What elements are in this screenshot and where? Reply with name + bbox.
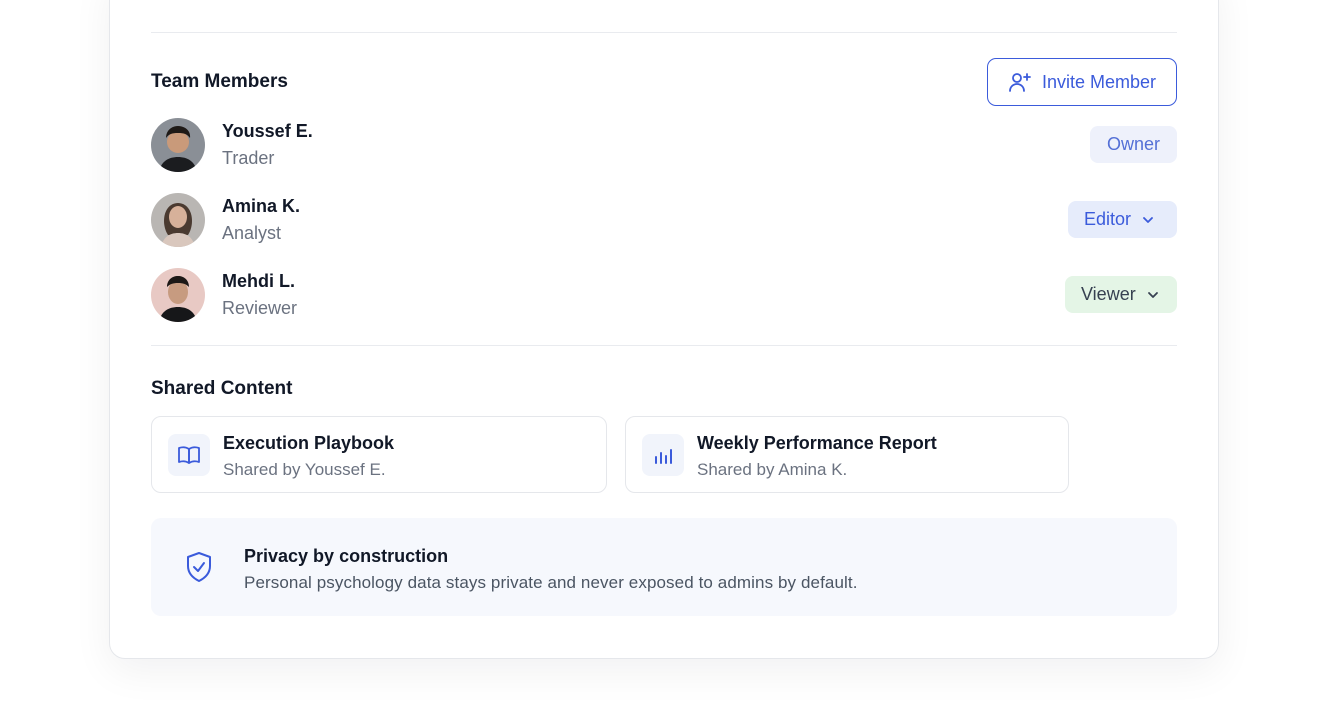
- avatar: [151, 268, 205, 322]
- invite-member-label: Invite Member: [1041, 71, 1157, 92]
- shared-item-subtitle: Shared by Youssef E.: [223, 460, 386, 479]
- member-name: Amina K.: [222, 196, 301, 216]
- member-role: Trader: [222, 148, 275, 168]
- role-dropdown-viewer[interactable]: Viewer: [1065, 276, 1177, 313]
- member-name: Mehdi L.: [222, 271, 295, 291]
- shared-item-subtitle: Shared by Amina K.: [697, 460, 848, 479]
- shared-item-execution-playbook[interactable]: Execution Playbook Shared by Youssef E.: [151, 416, 607, 493]
- role-label: Editor: [1084, 209, 1132, 229]
- member-row-amina: Amina K. Analyst Editor: [151, 193, 1177, 247]
- chevron-down-icon: [1147, 291, 1158, 298]
- member-row-youssef: Youssef E. Trader Owner: [151, 118, 1177, 172]
- role-badge-owner: Owner: [1090, 126, 1177, 163]
- user-plus-icon: [1009, 73, 1031, 92]
- shared-content-title: Shared Content: [151, 378, 293, 399]
- member-role: Analyst: [222, 223, 282, 243]
- role-label: Owner: [1106, 134, 1160, 154]
- invite-member-button[interactable]: Invite Member: [987, 58, 1177, 106]
- privacy-text: Personal psychology data stays private a…: [244, 573, 858, 592]
- book-open-icon: [178, 446, 200, 464]
- avatar: [151, 193, 205, 247]
- shared-item-title: Execution Playbook: [223, 433, 395, 453]
- top-divider: [151, 32, 1177, 33]
- privacy-title: Privacy by construction: [244, 546, 449, 566]
- member-name: Youssef E.: [222, 121, 313, 141]
- chevron-down-icon: [1143, 216, 1153, 223]
- role-dropdown-editor[interactable]: Editor: [1068, 201, 1177, 238]
- avatar: [151, 118, 205, 172]
- shared-item-title: Weekly Performance Report: [697, 433, 937, 453]
- role-label: Viewer: [1081, 284, 1136, 304]
- member-role: Reviewer: [222, 298, 298, 318]
- shield-check-icon: [187, 552, 211, 582]
- section-divider: [151, 345, 1177, 346]
- shared-item-weekly-report[interactable]: Weekly Performance Report Shared by Amin…: [625, 416, 1069, 493]
- member-row-mehdi: Mehdi L. Reviewer Viewer: [151, 268, 1177, 322]
- privacy-notice: Privacy by construction Personal psychol…: [151, 518, 1177, 616]
- bar-chart-icon: [655, 449, 672, 464]
- team-members-title: Team Members: [151, 71, 288, 92]
